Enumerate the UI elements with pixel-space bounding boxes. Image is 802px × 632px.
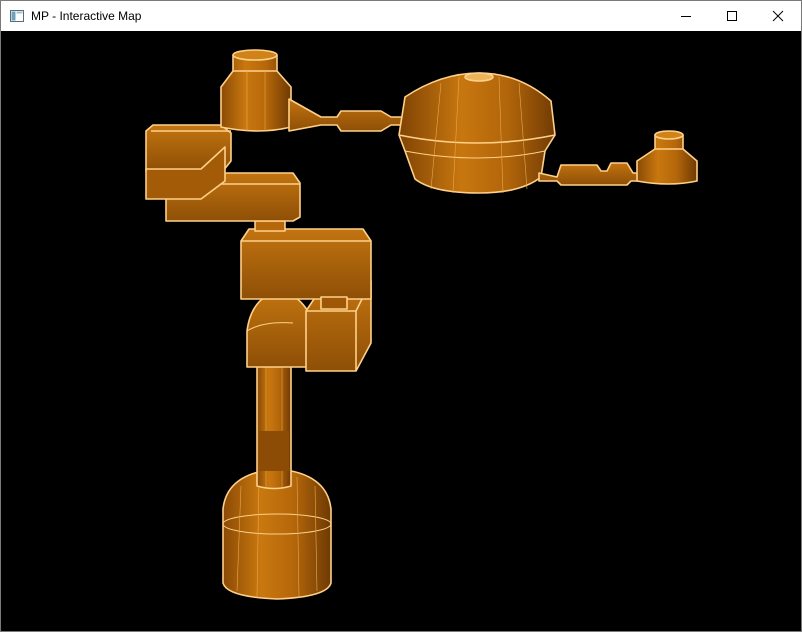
map-3d-render[interactable]: [1, 31, 801, 631]
minimize-button[interactable]: [663, 1, 709, 31]
room-right-small[interactable]: [636, 130, 698, 185]
room-top-cylinder[interactable]: [220, 49, 292, 132]
maximize-icon: [727, 11, 737, 21]
corridor-right[interactable]: [538, 162, 642, 186]
map-window: MP - Interactive Map: [0, 0, 802, 632]
close-icon: [772, 10, 784, 22]
app-window-icon: [10, 10, 24, 22]
room-elbow[interactable]: [246, 290, 314, 368]
close-button[interactable]: [755, 1, 801, 31]
corridor-top[interactable]: [288, 98, 404, 132]
window-title: MP - Interactive Map: [31, 9, 142, 23]
caption-buttons: [663, 1, 801, 31]
title-bar[interactable]: MP - Interactive Map: [1, 1, 801, 31]
room-middle-box[interactable]: [240, 220, 372, 310]
map-viewport[interactable]: [1, 31, 801, 631]
maximize-button[interactable]: [709, 1, 755, 31]
minimize-icon: [681, 16, 691, 17]
room-dome[interactable]: [398, 72, 556, 194]
